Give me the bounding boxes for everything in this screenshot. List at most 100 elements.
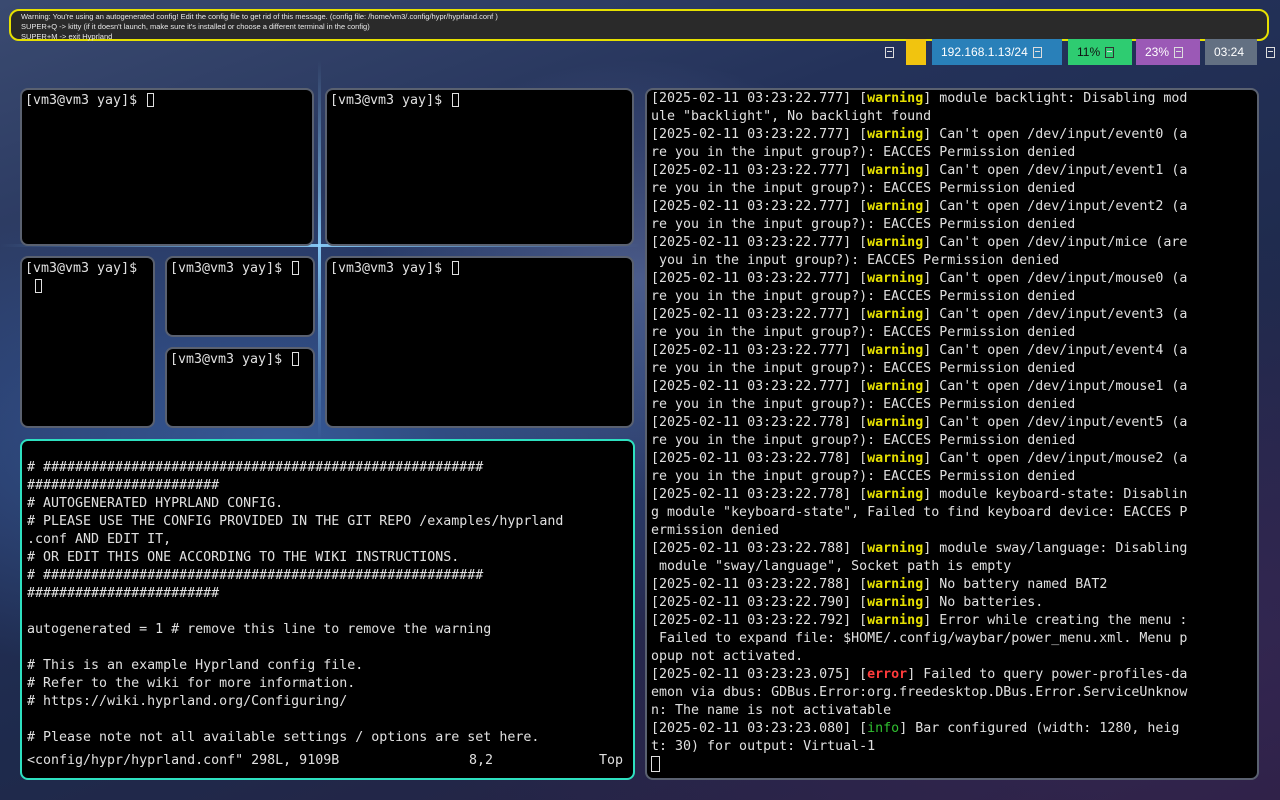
log-text: t: 30) for output: Virtual-1 (651, 739, 876, 754)
log-level-warning: warning (867, 163, 924, 178)
log-message: ] Bar configured (width: 1280, heig (899, 721, 1180, 736)
log-text: [2025-02-11 03:23:22.777] [ (651, 127, 868, 142)
terminal-prompt: [vm3@vm3 yay]$ (170, 352, 283, 367)
memory-icon (1174, 46, 1184, 58)
log-text: [2025-02-11 03:23:23.075] [ (651, 667, 868, 682)
log-text: re you in the input group?): EACCES Perm… (651, 361, 1076, 376)
editor-line: # AUTOGENERATED HYPRLAND CONFIG. (27, 496, 284, 511)
text-cursor (651, 756, 660, 772)
log-text: ule "backlight", No backlight found (651, 109, 932, 124)
cpu-icon (1105, 46, 1115, 58)
log-level-warning: warning (867, 307, 924, 322)
text-cursor (292, 352, 300, 366)
log-line: [2025-02-11 03:23:22.777] [warning] Can'… (651, 342, 1257, 360)
log-text: [2025-02-11 03:23:22.777] [ (651, 235, 868, 250)
text-cursor (35, 279, 42, 293)
cpu-module[interactable]: 11% (1068, 39, 1132, 65)
text-cursor (452, 261, 460, 275)
log-level-warning: warning (867, 415, 924, 430)
log-line: [2025-02-11 03:23:22.777] [warning] Can'… (651, 270, 1257, 288)
editor-line: # This is an example Hyprland config fil… (27, 658, 364, 673)
power-module[interactable] (1261, 39, 1279, 65)
log-message: ] Failed to query power-profiles-da (907, 667, 1188, 682)
log-message: ] Can't open /dev/input/mice (are (923, 235, 1188, 250)
log-line: [2025-02-11 03:23:22.777] [warning] modu… (651, 90, 1257, 108)
wallpaper-glow-vertical (318, 60, 321, 440)
power-icon (1266, 46, 1275, 58)
log-level-warning: warning (867, 343, 924, 358)
log-text: [2025-02-11 03:23:23.080] [ (651, 721, 868, 736)
log-line: [2025-02-11 03:23:22.777] [warning] Can'… (651, 234, 1257, 252)
memory-usage: 23% (1145, 45, 1170, 59)
log-text: opup not activated. (651, 649, 804, 664)
log-line: re you in the input group?): EACCES Perm… (651, 324, 1257, 342)
tray-item[interactable] (880, 39, 900, 65)
log-message: ] Error while creating the menu : (923, 613, 1188, 628)
terminal-window-4[interactable]: [vm3@vm3 yay]$ (165, 256, 315, 337)
clock-module[interactable]: 03:24 (1205, 39, 1257, 65)
notification-line-1: Warning: You're using an autogenerated c… (21, 12, 498, 21)
editor-status-position: 8,2 (469, 753, 494, 768)
log-level-warning: warning (867, 541, 924, 556)
log-line: [2025-02-11 03:23:22.778] [warning] modu… (651, 486, 1257, 504)
hyprland-warning-notification: Warning: You're using an autogenerated c… (9, 9, 1269, 41)
log-message: ] module keyboard-state: Disablin (923, 487, 1188, 502)
log-text: emon via dbus: GDBus.Error:org.freedeskt… (651, 685, 1188, 700)
log-line: opup not activated. (651, 648, 1257, 666)
log-line: you in the input group?): EACCES Permiss… (651, 252, 1257, 270)
terminal-window-5[interactable]: [vm3@vm3 yay]$ (165, 347, 315, 428)
log-text: re you in the input group?): EACCES Perm… (651, 289, 1076, 304)
log-line: [2025-02-11 03:23:22.792] [warning] Erro… (651, 612, 1257, 630)
terminal-window-6[interactable]: [vm3@vm3 yay]$ (325, 256, 634, 428)
clock-time: 03:24 (1214, 45, 1245, 59)
waybar-log-window[interactable]: [2025-02-11 03:23:22.777] [warning] modu… (645, 88, 1259, 780)
terminal-window-2[interactable]: [vm3@vm3 yay]$ (325, 88, 634, 246)
log-level-warning: warning (867, 127, 924, 142)
log-text: [2025-02-11 03:23:22.778] [ (651, 451, 868, 466)
log-text: re you in the input group?): EACCES Perm… (651, 325, 1076, 340)
log-level-warning: warning (867, 577, 924, 592)
log-message: ] Can't open /dev/input/event5 (a (923, 415, 1188, 430)
notification-line-2: SUPER+Q -> kitty (if it doesn't launch, … (21, 22, 370, 31)
log-message: ] module backlight: Disabling mod (923, 91, 1188, 106)
log-line: emon via dbus: GDBus.Error:org.freedeskt… (651, 684, 1257, 702)
log-text: module "sway/language", Socket path is e… (651, 559, 1012, 574)
log-level-warning: warning (867, 451, 924, 466)
editor-line: # PLEASE USE THE CONFIG PROVIDED IN THE … (27, 514, 564, 529)
editor-buffer[interactable]: # ######################################… (27, 459, 629, 747)
log-message: ] Can't open /dev/input/mouse0 (a (923, 271, 1188, 286)
log-message: ] module sway/language: Disabling (923, 541, 1188, 556)
log-message: ] No battery named BAT2 (923, 577, 1108, 592)
log-line: [2025-02-11 03:23:22.777] [warning] Can'… (651, 162, 1257, 180)
log-line: t: 30) for output: Virtual-1 (651, 738, 1257, 756)
log-line: ermission denied (651, 522, 1257, 540)
log-message: ] Can't open /dev/input/event3 (a (923, 307, 1188, 322)
log-line: re you in the input group?): EACCES Perm… (651, 468, 1257, 486)
log-line: re you in the input group?): EACCES Perm… (651, 432, 1257, 450)
terminal-window-3[interactable]: [vm3@vm3 yay]$ (20, 256, 155, 428)
editor-line: # OR EDIT THIS ONE ACCORDING TO THE WIKI… (27, 550, 460, 565)
cpu-usage: 11% (1077, 45, 1101, 59)
editor-window[interactable]: # ######################################… (20, 439, 635, 780)
log-level-error: error (867, 667, 908, 682)
memory-module[interactable]: 23% (1136, 39, 1200, 65)
log-line: [2025-02-11 03:23:23.080] [info] Bar con… (651, 720, 1257, 738)
text-cursor (147, 93, 155, 107)
tray-icon (885, 46, 894, 58)
log-text: re you in the input group?): EACCES Perm… (651, 469, 1076, 484)
indicator-block[interactable] (906, 39, 926, 65)
terminal-window-1[interactable]: [vm3@vm3 yay]$ (20, 88, 314, 246)
log-line: ule "backlight", No backlight found (651, 108, 1257, 126)
log-level-warning: warning (867, 613, 924, 628)
text-cursor (292, 261, 300, 275)
editor-line: # https://wiki.hyprland.org/Configuring/ (27, 694, 348, 709)
log-level-warning: warning (867, 379, 924, 394)
terminal-prompt: [vm3@vm3 yay]$ (330, 93, 443, 108)
network-module[interactable]: 192.168.1.13/24 (932, 39, 1062, 65)
log-text: n: The name is not activatable (651, 703, 892, 718)
log-line: re you in the input group?): EACCES Perm… (651, 396, 1257, 414)
log-line: [2025-02-11 03:23:22.788] [warning] modu… (651, 540, 1257, 558)
editor-line: # ######################################… (27, 568, 484, 583)
